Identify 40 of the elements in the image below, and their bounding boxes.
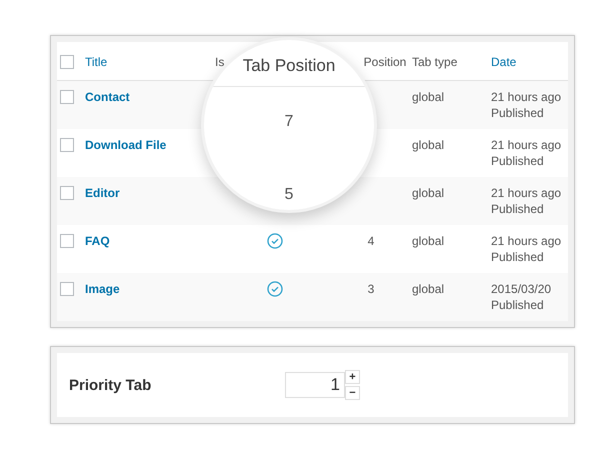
column-header: Position (364, 54, 406, 70)
column-header: Is (215, 54, 224, 70)
checkbox[interactable] (60, 90, 74, 104)
status-text: Published (491, 297, 544, 313)
status-text: Published (491, 105, 544, 121)
checkbox[interactable] (60, 55, 74, 69)
column-header[interactable]: Date (491, 54, 516, 70)
tab-type: global (412, 233, 444, 249)
decrease-button[interactable]: − (345, 386, 360, 400)
checkbox[interactable] (60, 186, 74, 200)
tab-title-link[interactable]: FAQ (85, 233, 110, 249)
status-text: Published (491, 249, 544, 265)
status-text: Published (491, 153, 544, 169)
date-text: 21 hours ago (491, 185, 562, 201)
magnified-value: 7 (284, 113, 294, 131)
date-text: 21 hours ago (491, 137, 562, 153)
checkbox[interactable] (60, 138, 74, 152)
magnified-value: 5 (284, 186, 294, 204)
tab-title-link[interactable]: Contact (85, 89, 130, 105)
increase-button[interactable]: + (345, 370, 360, 384)
date-text: 21 hours ago (491, 89, 562, 105)
field-label: Priority Tab (69, 376, 152, 394)
column-header[interactable]: Title (85, 54, 108, 70)
tab-type: global (412, 89, 444, 105)
position-value: 4 (368, 233, 374, 249)
checkbox[interactable] (60, 282, 74, 296)
date-text: 2015/03/20 (491, 281, 552, 297)
tab-title-link[interactable]: Image (85, 281, 120, 297)
tab-type: global (412, 281, 444, 297)
tab-title-link[interactable]: Download File (85, 137, 166, 153)
tab-type: global (412, 137, 444, 153)
checkbox[interactable] (60, 234, 74, 248)
tab-title-link[interactable]: Editor (85, 185, 120, 201)
column-header: Tab type (412, 54, 458, 70)
tab-type: global (412, 185, 444, 201)
number-field[interactable]: 1 (285, 372, 345, 398)
magnified-header: Tab Position (242, 56, 336, 77)
position-value: 3 (368, 281, 374, 297)
date-text: 21 hours ago (491, 233, 562, 249)
status-text: Published (491, 201, 544, 217)
